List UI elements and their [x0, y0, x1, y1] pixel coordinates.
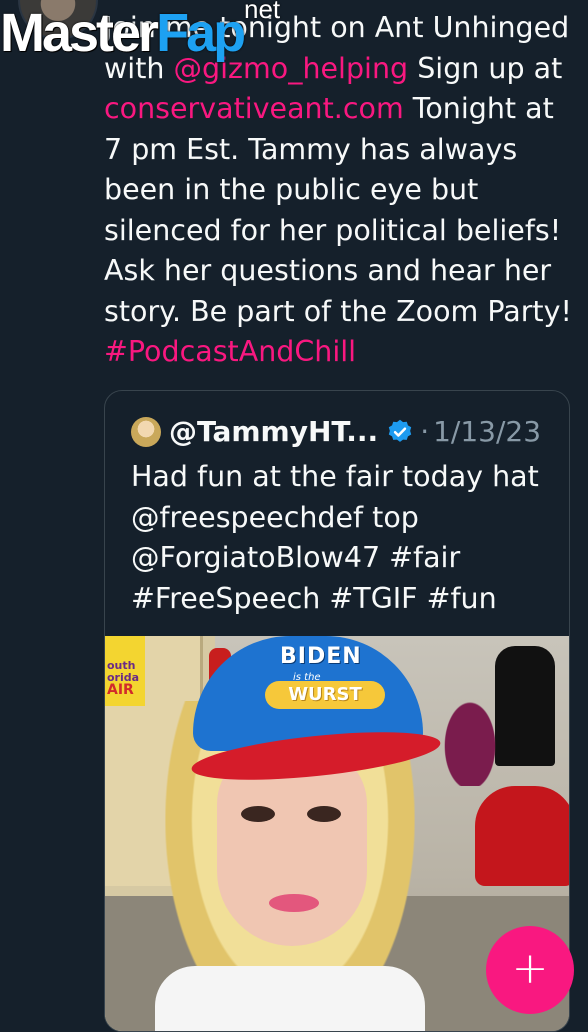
- tweet-hashtag-link[interactable]: #PodcastAndChill: [104, 335, 356, 368]
- quoted-author-avatar[interactable]: [131, 416, 161, 447]
- watermark-master-text: Master: [0, 3, 159, 63]
- photo-lips: [269, 894, 319, 912]
- watermark-net-text: net: [244, 0, 281, 24]
- quoted-tweet-text: Had fun at the fair today hat @freespeec…: [131, 457, 551, 619]
- quoted-text-line-2[interactable]: @freespeechdef top: [131, 501, 419, 534]
- photo-right-eye: [307, 806, 341, 822]
- cap-text-biden: BIDEN: [280, 644, 362, 669]
- photo-crouching-person: [475, 786, 569, 886]
- cap-text-wurst: WURST: [265, 681, 385, 709]
- photo-fair-sign: outh orida AIR: [105, 636, 145, 706]
- quoted-tweet-card[interactable]: @TammyHT... · 1/13/23 Had fun at the fai…: [104, 390, 570, 1032]
- verified-badge-icon: [388, 419, 412, 442]
- quoted-text-line-1: Had fun at the fair today hat: [131, 460, 539, 493]
- header-separator: ·: [420, 415, 430, 448]
- quoted-tweet-date[interactable]: 1/13/23: [433, 415, 541, 448]
- photo-shirt: [155, 966, 425, 1031]
- quoted-text-line-3[interactable]: @ForgiatoBlow47 #fair: [131, 541, 460, 574]
- quoted-tweet-header: @TammyHT... · 1/13/23: [131, 415, 541, 448]
- compose-tweet-button[interactable]: +: [486, 926, 574, 1014]
- tweet-text-part-3: Tonight at 7 pm Est. Tammy has always be…: [104, 92, 572, 328]
- photo-sign-line-3: AIR: [107, 682, 134, 698]
- tweet-text-part-2: Sign up at: [408, 51, 563, 85]
- quoted-text-line-4[interactable]: #FreeSpeech #TGIF #fun: [131, 582, 497, 615]
- watermark-fap-text: Fap: [156, 3, 246, 63]
- quoted-author-handle[interactable]: @TammyHT...: [169, 415, 378, 448]
- watermark-logo: MasterFap net: [0, 0, 280, 63]
- photo-plant: [435, 686, 505, 786]
- photo-left-eye: [241, 806, 275, 822]
- tweet-url-link[interactable]: conservativeant.com: [104, 92, 404, 125]
